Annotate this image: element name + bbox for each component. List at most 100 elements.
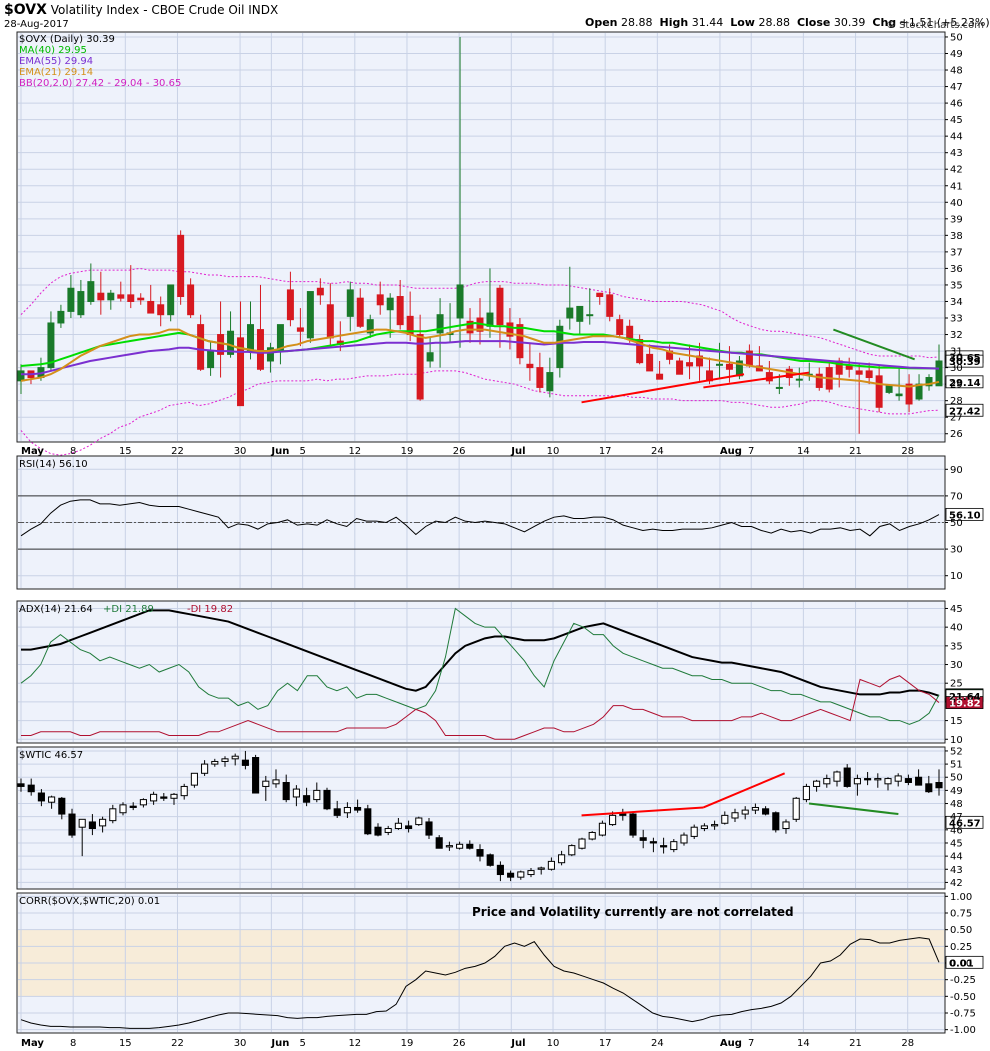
candle: [384, 828, 392, 833]
y-tick-label: 1.00: [950, 892, 972, 903]
candle: [547, 860, 555, 870]
candle: [323, 789, 331, 810]
x-tick-label: 10: [547, 446, 560, 457]
candle: [139, 799, 147, 806]
candle: [415, 817, 423, 826]
y-tick-label: 45: [950, 838, 963, 849]
candle: [262, 780, 270, 787]
candle: [616, 319, 624, 336]
y-tick-label: -0.75: [950, 1009, 976, 1020]
candle: [884, 778, 892, 785]
y-tick-label: 35: [950, 641, 963, 652]
x-tick-label: 7: [748, 1038, 754, 1049]
candle: [296, 327, 304, 332]
y-tick-label: 42: [950, 878, 963, 889]
panel-title: $WTIC 46.57: [19, 750, 83, 761]
candle: [741, 809, 749, 815]
candle: [700, 825, 708, 830]
x-tick-label: 22: [171, 446, 184, 457]
candle: [775, 386, 783, 389]
candle: [843, 767, 851, 787]
y-tick-label: 35: [950, 280, 963, 291]
candle: [37, 792, 45, 802]
y-tick-label: 15: [950, 716, 963, 727]
y-tick-label: 50: [950, 773, 963, 784]
x-tick-label: 14: [797, 1038, 810, 1049]
y-tick-label: 38: [950, 231, 963, 242]
price-tag-label: 19.82: [949, 699, 981, 710]
price-tag-label: 56.10: [949, 510, 981, 521]
y-tick-label: 39: [950, 214, 963, 225]
candle: [57, 310, 65, 324]
candle: [109, 808, 117, 822]
candle: [292, 788, 300, 798]
candle: [904, 778, 912, 783]
candle: [160, 796, 168, 799]
candle: [566, 307, 574, 319]
candle: [286, 289, 294, 321]
x-tick-label: 15: [119, 446, 132, 457]
candle: [578, 838, 586, 849]
x-tick-label: 30: [234, 446, 247, 457]
chart-root: $OVX Volatility Index - CBOE Crude Oil I…: [0, 0, 990, 1051]
y-tick-label: 50: [950, 32, 963, 43]
x-tick-label: Aug: [720, 1038, 742, 1049]
y-tick-label: 45: [950, 604, 963, 615]
y-tick-label: 51: [950, 760, 963, 771]
candle: [77, 291, 85, 316]
candle: [670, 841, 678, 851]
candle: [598, 822, 606, 836]
panel-frame: [16, 600, 946, 744]
y-tick-label: 42: [950, 165, 963, 176]
x-tick-label: 19: [401, 446, 414, 457]
candle: [517, 871, 525, 878]
candle: [646, 353, 654, 372]
x-tick-label: 17: [599, 446, 612, 457]
candle: [425, 821, 433, 836]
candle: [626, 325, 634, 339]
candle: [915, 383, 923, 400]
panel-3: [16, 746, 984, 890]
y-tick-label: 36: [950, 264, 963, 275]
price-tag-label: 30.39: [949, 357, 981, 368]
x-tick-label: 7: [748, 446, 754, 457]
y-tick-label: -1.00: [950, 1025, 976, 1036]
candle: [715, 363, 723, 366]
candle: [546, 372, 554, 392]
candle: [772, 812, 780, 831]
x-tick-label: 8: [70, 1038, 76, 1049]
x-tick-label: 21: [849, 446, 862, 457]
candle: [456, 843, 464, 849]
candle: [576, 305, 584, 322]
x-tick-label: 8: [70, 446, 76, 457]
candle: [333, 808, 341, 816]
candle: [426, 352, 434, 362]
candle: [586, 314, 594, 317]
candle: [211, 760, 219, 765]
y-tick-label: 46: [950, 99, 963, 110]
x-tick-label: May: [21, 446, 44, 457]
candle: [177, 234, 185, 298]
candle: [87, 281, 95, 302]
candle: [762, 808, 770, 815]
x-tick-label: 28: [901, 446, 914, 457]
x-tick-label: 19: [401, 1038, 414, 1049]
candle: [935, 782, 943, 789]
legend-entry: BB(20,2.0) 27.42 - 29.04 - 30.65: [19, 78, 181, 89]
y-tick-label: 30: [950, 545, 963, 556]
candle: [853, 778, 861, 785]
y-tick-label: 0.50: [950, 925, 972, 936]
candle: [97, 292, 105, 301]
candle: [802, 785, 810, 801]
legend-entry: -DI 19.82: [187, 604, 233, 615]
candle: [568, 845, 576, 856]
candle: [711, 824, 719, 827]
candle: [27, 784, 35, 793]
candle: [435, 837, 443, 849]
candle: [127, 294, 135, 302]
candle: [874, 778, 882, 781]
corr-annotation: Price and Volatility currently are not c…: [472, 905, 794, 919]
candle: [725, 363, 733, 370]
y-tick-label: 70: [950, 491, 963, 502]
y-tick-label: 40: [950, 623, 963, 634]
